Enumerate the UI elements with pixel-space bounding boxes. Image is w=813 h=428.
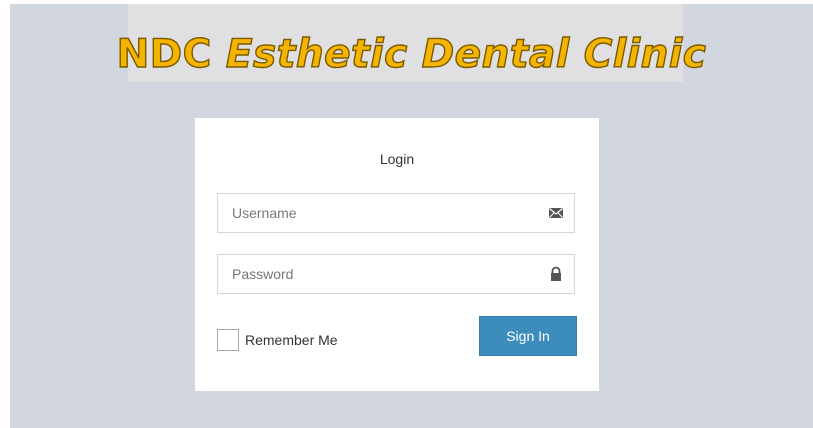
sign-in-button[interactable]: Sign In [479, 316, 577, 356]
clinic-title: NDC Esthetic Dental Clinic [10, 31, 813, 77]
password-input[interactable] [218, 255, 538, 293]
username-input[interactable] [218, 194, 538, 232]
login-box: Login Remember [195, 118, 599, 391]
username-field[interactable] [217, 193, 575, 233]
login-box-message: Login [379, 151, 415, 167]
clinic-title-italic: Esthetic Dental Clinic [225, 31, 707, 77]
remember-me-checkbox[interactable] [217, 329, 239, 351]
remember-me[interactable]: Remember Me [217, 326, 338, 354]
password-field[interactable] [217, 254, 575, 294]
remember-me-label[interactable]: Remember Me [245, 332, 338, 348]
clinic-title-plain: NDC [116, 31, 226, 77]
lock-icon [548, 266, 564, 282]
envelope-icon [548, 205, 564, 221]
page-background: NDC Esthetic Dental Clinic Login Usernam… [10, 4, 813, 428]
